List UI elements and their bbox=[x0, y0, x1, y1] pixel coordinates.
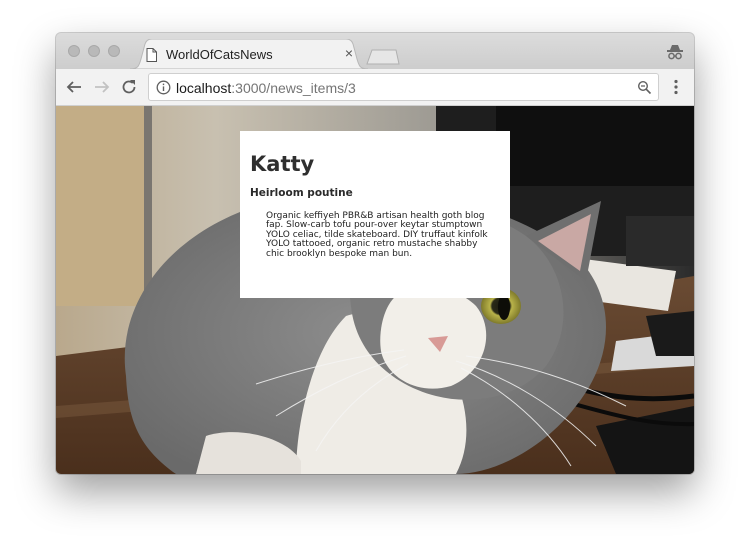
news-body-text: Organic keffiyeh PBR&B artisan health go… bbox=[266, 211, 488, 259]
forward-arrow-icon[interactable] bbox=[93, 78, 111, 96]
zoom-window-button[interactable] bbox=[108, 45, 120, 57]
incognito-icon bbox=[667, 45, 683, 60]
toolbar: localhost:3000/news_items/3 bbox=[56, 69, 694, 106]
news-headline: Katty bbox=[250, 152, 315, 176]
kebab-menu-icon[interactable] bbox=[666, 77, 686, 97]
tab-strip: WorldOfCatsNews × bbox=[56, 33, 694, 69]
page-viewport: Katty Heirloom poutine Organic keffiyeh … bbox=[56, 106, 694, 474]
zoom-icon[interactable] bbox=[637, 80, 652, 95]
url-path: :3000/news_items/3 bbox=[231, 80, 356, 96]
tab-worldofcatsnews[interactable]: WorldOfCatsNews × bbox=[130, 39, 368, 69]
browser-window: WorldOfCatsNews × localhost:3000/news_it… bbox=[56, 33, 694, 474]
news-subheadline: Heirloom poutine bbox=[250, 187, 353, 199]
tab-title: WorldOfCatsNews bbox=[166, 47, 273, 62]
document-icon bbox=[146, 48, 157, 62]
news-item-card: Katty Heirloom poutine Organic keffiyeh … bbox=[240, 131, 510, 298]
url-text: localhost:3000/news_items/3 bbox=[176, 80, 356, 96]
close-icon[interactable]: × bbox=[342, 46, 356, 60]
info-icon[interactable] bbox=[156, 80, 171, 95]
back-arrow-icon[interactable] bbox=[65, 78, 83, 96]
address-bar[interactable]: localhost:3000/news_items/3 bbox=[148, 73, 659, 101]
minimize-window-button[interactable] bbox=[88, 45, 100, 57]
new-tab-icon[interactable] bbox=[366, 49, 400, 65]
url-host: localhost bbox=[176, 80, 232, 96]
reload-icon[interactable] bbox=[120, 78, 138, 96]
close-window-button[interactable] bbox=[68, 45, 80, 57]
